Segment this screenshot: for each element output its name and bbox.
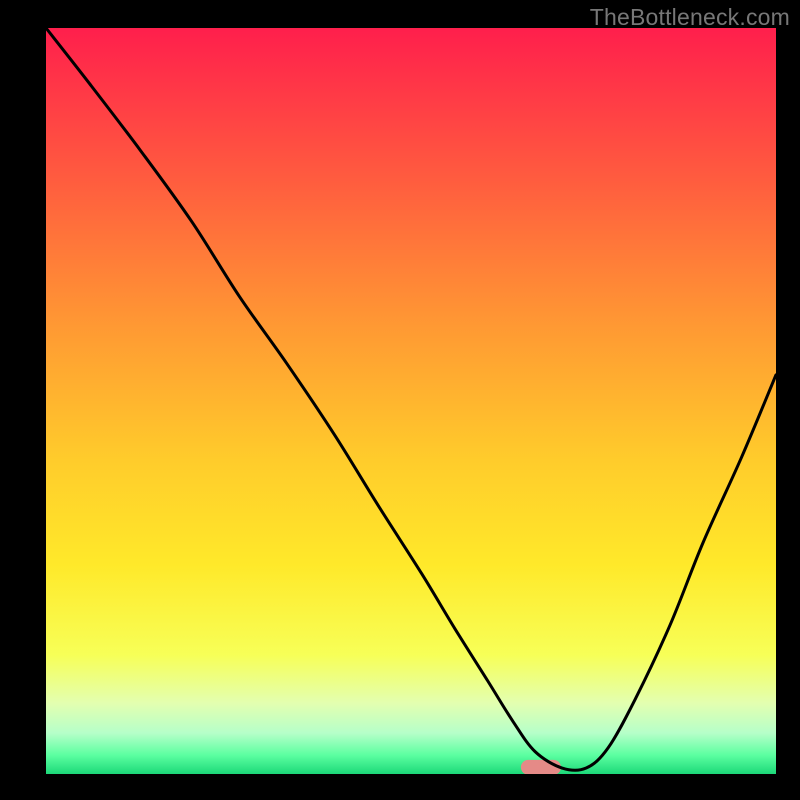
gradient-background — [46, 28, 776, 774]
plot-svg — [46, 28, 776, 774]
chart-frame: TheBottleneck.com — [0, 0, 800, 800]
plot-area — [46, 28, 776, 774]
watermark-text: TheBottleneck.com — [590, 4, 790, 31]
